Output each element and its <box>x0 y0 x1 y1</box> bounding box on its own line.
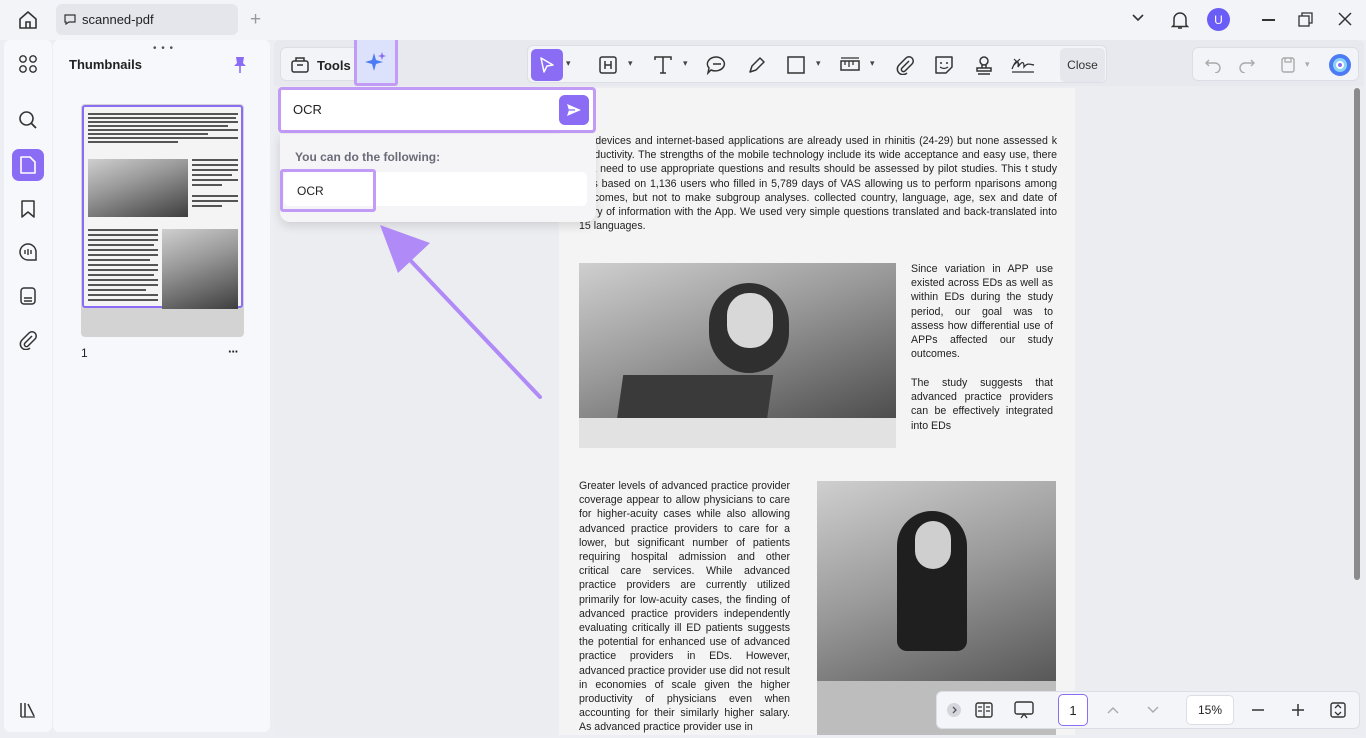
pin-icon[interactable] <box>233 56 247 74</box>
signature-tool-button[interactable] <box>1010 52 1036 78</box>
thumbnail-panel: • • • Thumbnails 1 ··· <box>53 40 270 732</box>
library-icon[interactable] <box>12 694 44 726</box>
left-rail <box>4 40 52 732</box>
save-icon[interactable] <box>1275 52 1301 78</box>
presentation-icon[interactable] <box>1011 697 1037 723</box>
maximize-icon[interactable] <box>1298 12 1313 27</box>
redo-icon[interactable] <box>1234 52 1260 78</box>
title-bar: scanned-pdf + U <box>0 0 1366 40</box>
chevron-down-icon[interactable]: ▾ <box>683 58 688 69</box>
zoom-in-icon[interactable] <box>1285 697 1311 723</box>
panel-title: Thumbnails <box>69 57 142 72</box>
shape-tool-button[interactable] <box>783 52 809 78</box>
ocr-option[interactable]: OCR <box>280 169 376 212</box>
photo-laughing-woman <box>579 263 896 448</box>
zoom-level-field[interactable]: 15% <box>1186 695 1234 725</box>
ai-prompt-box: OCR <box>278 87 596 133</box>
history-toolbar: ▾ <box>1192 47 1359 81</box>
avatar[interactable]: U <box>1207 8 1230 31</box>
send-icon <box>567 104 581 116</box>
text-tool-button[interactable] <box>650 52 676 78</box>
panel-resize-handle[interactable]: • • • <box>153 43 174 54</box>
more-options-icon[interactable]: ··· <box>228 344 239 359</box>
measure-tool-button[interactable] <box>837 52 863 78</box>
page-paragraph-2: Greater levels of advanced practice prov… <box>579 480 790 734</box>
page-navigation-bar: 1 15% <box>936 691 1360 729</box>
ai-prompt-input[interactable]: OCR <box>293 102 322 117</box>
new-tab-button[interactable]: + <box>250 10 261 29</box>
select-tool-button[interactable] <box>531 49 563 81</box>
tab-label: scanned-pdf <box>82 12 154 27</box>
page-number-label: 1 <box>81 346 88 360</box>
grid-icon[interactable] <box>12 48 44 80</box>
home-icon[interactable] <box>17 10 39 30</box>
side-text-2: The study suggests that advanced practic… <box>911 377 1053 432</box>
attachment-icon[interactable] <box>12 324 44 356</box>
comment-list-icon[interactable] <box>12 236 44 268</box>
chevron-down-icon[interactable]: ▾ <box>566 58 571 69</box>
chevron-down-icon[interactable] <box>1140 697 1166 723</box>
fit-page-icon[interactable] <box>1325 697 1351 723</box>
page-number-input[interactable]: 1 <box>1058 694 1088 726</box>
sticker-tool-button[interactable] <box>931 52 957 78</box>
comment-tool-button[interactable] <box>704 52 730 78</box>
suggestions-hint: You can do the following: <box>295 150 441 164</box>
chevron-down-icon[interactable]: ▾ <box>628 58 633 69</box>
page-thumbnail-selected[interactable] <box>82 105 243 309</box>
tools-label[interactable]: Tools <box>317 58 351 73</box>
document-tab[interactable]: scanned-pdf <box>56 4 238 35</box>
pdf-page[interactable]: art devices and internet-based applicati… <box>559 88 1075 735</box>
chevron-down-icon[interactable]: ▾ <box>1305 59 1310 70</box>
ai-assistant-icon[interactable] <box>1326 51 1354 79</box>
chevron-up-icon[interactable] <box>1100 697 1126 723</box>
minimize-icon[interactable] <box>1262 19 1275 21</box>
bell-icon[interactable] <box>1171 10 1189 30</box>
chevron-down-icon[interactable]: ▾ <box>816 58 821 69</box>
bookmark-icon[interactable] <box>12 193 44 225</box>
vertical-scrollbar[interactable] <box>1354 88 1360 580</box>
side-text-1: Since variation in APP use existed acros… <box>911 263 1053 361</box>
page-icon[interactable] <box>12 149 44 181</box>
send-button[interactable] <box>559 95 589 125</box>
annotation-arrow <box>380 225 542 399</box>
close-toolbar-button[interactable]: Close <box>1060 48 1105 82</box>
close-window-icon[interactable] <box>1338 12 1352 26</box>
form-icon[interactable] <box>12 280 44 312</box>
search-icon[interactable] <box>12 104 44 136</box>
highlight-tool-button[interactable] <box>595 52 621 78</box>
avatar-initial: U <box>1214 12 1223 27</box>
page-paragraph-1: art devices and internet-based applicati… <box>579 135 1057 233</box>
ai-assistant-button[interactable] <box>354 40 398 86</box>
annotation-toolbar: ▾ ▾ ▾ ▾ ▾ Close <box>527 45 1107 83</box>
sparkle-icon <box>365 51 386 71</box>
page-layout-icon[interactable] <box>971 697 997 723</box>
chevron-down-icon[interactable]: ▾ <box>870 58 875 69</box>
tools-icon[interactable] <box>290 55 310 73</box>
comment-icon <box>64 14 76 25</box>
expand-icon[interactable] <box>942 698 966 722</box>
zoom-out-icon[interactable] <box>1245 697 1271 723</box>
chevron-down-icon[interactable] <box>1132 14 1144 22</box>
attach-tool-button[interactable] <box>892 52 918 78</box>
undo-icon[interactable] <box>1200 52 1226 78</box>
pen-tool-button[interactable] <box>744 52 770 78</box>
stamp-tool-button[interactable] <box>971 52 997 78</box>
